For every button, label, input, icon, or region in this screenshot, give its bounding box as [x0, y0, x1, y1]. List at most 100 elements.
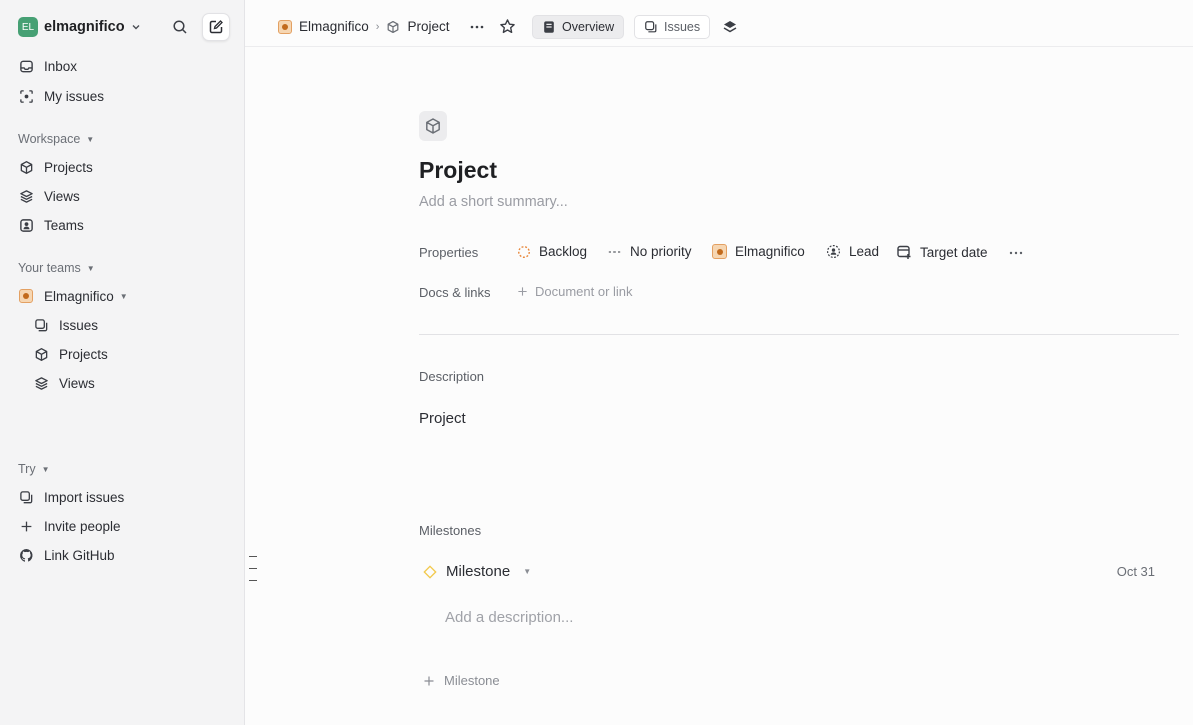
search-icon: [173, 20, 187, 34]
updates-button[interactable]: [722, 19, 738, 35]
cube-icon: [35, 347, 47, 361]
add-milestone-label: Milestone: [444, 673, 500, 688]
sidebar-item-label: Inbox: [44, 58, 78, 74]
breadcrumb: Elmagnifico › Project: [278, 19, 449, 34]
layers-icon: [19, 189, 33, 203]
docs-links-label: Docs & links: [419, 285, 491, 300]
priority-value: No priority: [630, 244, 692, 259]
favorite-button[interactable]: [499, 18, 516, 35]
top-bar: Elmagnifico › Project Overview Issues: [245, 7, 1193, 47]
sidebar-item-team-projects[interactable]: Projects: [33, 343, 108, 365]
description-label: Description: [419, 369, 485, 384]
divider: [419, 334, 1179, 335]
sidebar-item-my-issues[interactable]: My issues: [18, 85, 104, 107]
add-milestone-button[interactable]: Milestone: [423, 673, 500, 688]
project-title[interactable]: Project: [419, 157, 497, 184]
tab-label: Overview: [562, 20, 615, 34]
add-document-label: Document or link: [535, 284, 633, 299]
compose-icon: [209, 20, 223, 34]
issues-icon: [19, 490, 32, 503]
sidebar-item-views[interactable]: Views: [18, 185, 80, 207]
layers-icon: [34, 376, 48, 390]
caret-down-icon: ▼: [86, 263, 95, 273]
status-property[interactable]: Backlog: [517, 244, 587, 259]
lead-value: Lead: [849, 244, 880, 259]
description-editor[interactable]: Project: [419, 410, 466, 427]
team-property[interactable]: Elmagnifico: [712, 244, 805, 259]
breadcrumb-separator-icon: ›: [375, 20, 380, 33]
lead-user-icon: [826, 244, 841, 259]
sidebar-item-link-github[interactable]: Link GitHub: [18, 544, 115, 566]
layers-update-icon: [723, 21, 737, 33]
breadcrumb-project[interactable]: Project: [407, 19, 449, 34]
plus-icon: [424, 676, 434, 685]
properties-label: Properties: [419, 245, 479, 260]
sidebar-item-label: Invite people: [44, 518, 121, 534]
resize-handle[interactable]: [249, 556, 257, 592]
sidebar-item-label: Projects: [59, 346, 108, 362]
sidebar-item-team-issues[interactable]: Issues: [33, 314, 98, 336]
add-document-button[interactable]: Document or link: [517, 284, 633, 299]
section-label: Your teams: [18, 261, 81, 275]
milestone-name[interactable]: Milestone: [446, 563, 510, 580]
search-button[interactable]: [170, 17, 190, 37]
sidebar-item-import-issues[interactable]: Import issues: [18, 486, 124, 508]
sidebar-item-invite-people[interactable]: Invite people: [18, 515, 121, 537]
milestone-description-input[interactable]: Add a description...: [445, 609, 573, 626]
chevron-down-icon: [132, 25, 140, 30]
team-avatar-icon: [712, 244, 727, 259]
sidebar-item-label: My issues: [44, 88, 105, 104]
project-summary-input[interactable]: Add a short summary...: [419, 194, 568, 210]
tab-overview[interactable]: Overview: [532, 15, 625, 39]
milestones-label: Milestones: [419, 523, 482, 538]
caret-down-icon: ▼: [119, 291, 128, 301]
sidebar-item-team-views[interactable]: Views: [33, 372, 95, 394]
sidebar-item-label: Views: [59, 375, 95, 391]
milestone-row[interactable]: Milestone ▼ Oct 31: [423, 563, 1155, 580]
sidebar-item-team[interactable]: Elmagnifico ▼: [18, 285, 128, 307]
workspace-name: elmagnifico: [44, 19, 125, 35]
breadcrumb-team[interactable]: Elmagnifico: [299, 19, 369, 34]
caret-down-icon[interactable]: ▼: [523, 567, 531, 576]
workspace-switcher[interactable]: EL elmagnifico: [18, 17, 141, 37]
project-icon-button[interactable]: [419, 111, 447, 141]
inbox-icon: [19, 60, 33, 72]
sidebar-item-label: Issues: [59, 317, 99, 333]
team-value: Elmagnifico: [735, 244, 805, 259]
lead-property[interactable]: Lead: [826, 244, 879, 259]
sidebar: EL elmagnifico Inbox My issues Workspace…: [0, 0, 245, 725]
github-icon: [19, 548, 33, 562]
plus-icon: [21, 521, 31, 531]
status-value: Backlog: [539, 244, 588, 259]
more-properties-button[interactable]: [1008, 245, 1024, 261]
workspace-section-header[interactable]: Workspace ▼: [18, 132, 94, 146]
more-horizontal-icon: [470, 25, 484, 29]
milestone-date[interactable]: Oct 31: [1117, 564, 1155, 579]
section-label: Try: [18, 462, 36, 476]
more-options-button[interactable]: [469, 19, 485, 35]
more-horizontal-icon: [1009, 251, 1023, 255]
your-teams-section-header[interactable]: Your teams ▼: [18, 261, 95, 275]
sidebar-item-teams[interactable]: Teams: [18, 214, 84, 236]
team-icon: [19, 218, 33, 232]
calendar-add-icon: [897, 245, 911, 259]
issues-icon: [645, 21, 657, 33]
my-issues-icon: [19, 89, 33, 103]
plus-icon: [518, 287, 527, 296]
team-avatar-icon: [19, 289, 33, 303]
sidebar-item-inbox[interactable]: Inbox: [18, 55, 77, 77]
cube-icon: [388, 20, 399, 33]
target-date-property[interactable]: Target date: [896, 244, 988, 260]
sidebar-item-projects[interactable]: Projects: [18, 156, 93, 178]
sidebar-item-label: Elmagnifico: [44, 288, 114, 304]
new-issue-button[interactable]: [202, 13, 230, 41]
tab-issues[interactable]: Issues: [634, 15, 711, 39]
cube-icon: [426, 118, 440, 134]
main-panel: Elmagnifico › Project Overview Issues Pr…: [245, 0, 1193, 725]
priority-property[interactable]: No priority: [607, 244, 692, 259]
no-priority-icon: [608, 250, 621, 253]
sidebar-item-label: Import issues: [44, 489, 125, 505]
target-date-value: Target date: [920, 244, 988, 260]
try-section-header[interactable]: Try ▼: [18, 462, 50, 476]
section-label: Workspace: [18, 132, 81, 146]
